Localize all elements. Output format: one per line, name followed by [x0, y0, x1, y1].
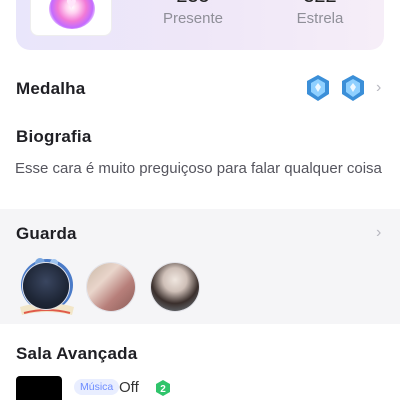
level-value: 2 [160, 384, 166, 395]
room-status: Off [119, 379, 139, 396]
medal-shield-icon[interactable] [340, 74, 366, 102]
guard-avatar-2[interactable] [86, 262, 136, 312]
stat-estrela[interactable]: 322 Estrela [265, 0, 375, 27]
guard-section-title: Guarda [16, 224, 77, 243]
guard-avatar-1[interactable] [22, 262, 70, 310]
bio-text: Esse cara é muito preguiçoso para falar … [15, 160, 382, 177]
profile-page: ♥ 235 Presente 322 Estrela Medalha › Bio… [0, 0, 400, 400]
guard-chevron-right-icon[interactable]: › [376, 224, 381, 242]
level-badge-icon: 2 [156, 380, 170, 396]
stat-presente[interactable]: 235 Presente [138, 0, 248, 27]
medal-chevron-right-icon[interactable]: › [376, 79, 381, 97]
medal-section-title: Medalha [16, 79, 86, 98]
advanced-room-title: Sala Avançada [16, 344, 138, 363]
guard-avatar-3[interactable] [150, 262, 200, 312]
estrela-label: Estrela [296, 10, 344, 27]
music-tag: Música [74, 379, 120, 395]
gift-thumbnail[interactable]: ♥ [30, 0, 112, 36]
presente-label: Presente [162, 10, 224, 27]
medal-shield-icon[interactable] [305, 74, 331, 102]
room-thumbnail[interactable] [16, 376, 62, 400]
heart-icon: ♥ [66, 0, 77, 13]
bio-section-title: Biografia [16, 127, 92, 146]
